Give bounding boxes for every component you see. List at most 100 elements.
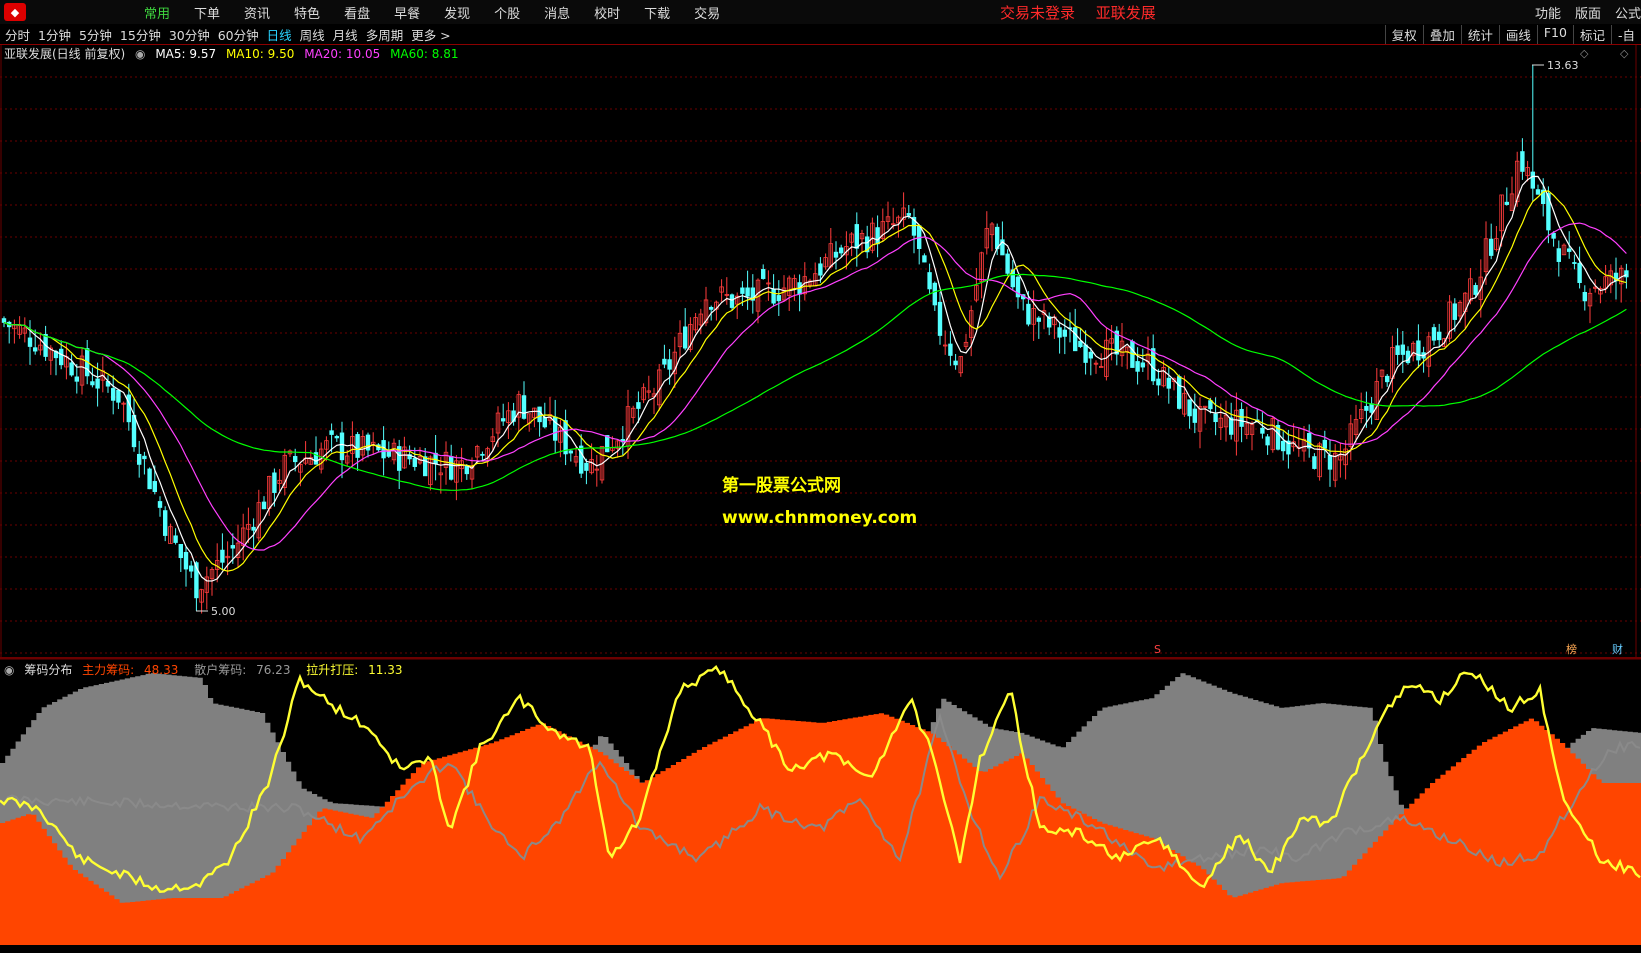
candle-body — [1395, 345, 1400, 355]
period-tab-7[interactable]: 周线 — [300, 25, 325, 44]
period-tab-2[interactable]: 5分钟 — [79, 25, 112, 44]
status-area: 交易未登录 亚联发展 — [1000, 2, 1172, 23]
lift-label: 拉升打压: 11.33 — [306, 663, 408, 677]
candle-body — [875, 227, 880, 245]
toolbar-right-item-4[interactable]: F10 — [1536, 25, 1573, 44]
candlestick-panel[interactable]: 13.63 5.00 第一股票公式网 www.chnmoney.com S 榜 财 ◇ ◇ 亚联… — [0, 45, 1641, 657]
period-toolbar: 分时 1分钟 5分钟 15分钟 30分钟 60分钟 日线 周线 月线 多周期 更多 > 复权 叠加 统计… — [0, 24, 1641, 45]
period-tab-0[interactable]: 分时 — [5, 25, 30, 44]
app-logo-icon[interactable]: ◆ — [4, 3, 26, 21]
candle-body — [329, 430, 334, 435]
low-label: 5.00 — [211, 605, 236, 618]
chip-distribution-chart[interactable] — [0, 658, 1641, 949]
period-tab-10[interactable]: 更多 > — [411, 25, 450, 44]
lift-value: 11.33 — [368, 663, 403, 677]
period-tab-4[interactable]: 30分钟 — [169, 25, 210, 44]
menu-item-4[interactable]: 看盘 — [344, 3, 370, 22]
indicator-legend: ◉ 筹码分布 主力筹码: 48.33 散户筹码: 76.23 拉升打压: 11.… — [4, 661, 415, 678]
menu-item-8[interactable]: 消息 — [544, 3, 570, 22]
menu-item-11[interactable]: 交易 — [694, 3, 720, 22]
candle-body — [1312, 456, 1317, 469]
candlestick-chart[interactable]: 13.63 5.00 第一股票公式网 www.chnmoney.com S 榜 财 ◇ ◇ — [0, 45, 1641, 657]
toolbar-right-item-1[interactable]: 叠加 — [1422, 25, 1461, 44]
candle-body — [1088, 351, 1093, 359]
candle-body — [568, 450, 573, 454]
indicator-menu-icon[interactable]: ◉ — [4, 663, 14, 677]
menu-item-6[interactable]: 发现 — [444, 3, 470, 22]
candle-body — [1156, 378, 1161, 386]
candle-body — [1567, 248, 1572, 252]
candle-body — [147, 468, 152, 490]
ma10-label: MA10: 9.50 — [225, 47, 295, 61]
candle-body — [480, 453, 485, 456]
right-menu-item-2[interactable]: 公式 — [1615, 3, 1641, 22]
period-tab-8[interactable]: 月线 — [333, 25, 358, 44]
candle-body — [111, 388, 116, 401]
menu-item-2[interactable]: 资讯 — [244, 3, 270, 22]
candle-body — [636, 402, 641, 409]
menu-item-7[interactable]: 个股 — [494, 3, 520, 22]
candle-body — [1083, 344, 1088, 363]
candle-body — [74, 376, 79, 382]
menu-item-3[interactable]: 特色 — [294, 3, 320, 22]
candle-body — [1572, 262, 1577, 264]
candle-body — [745, 287, 750, 297]
watermark-url: www.chnmoney.com — [722, 508, 917, 528]
login-status[interactable]: 交易未登录 — [1000, 4, 1075, 22]
right-menu-item-0[interactable]: 功能 — [1535, 3, 1561, 22]
candle-body — [157, 501, 163, 508]
diamond-icon: ◇ — [1620, 47, 1629, 60]
candle-body — [937, 301, 943, 336]
toolbar-right-item-0[interactable]: 复权 — [1384, 25, 1423, 44]
menu-item-10[interactable]: 下载 — [644, 3, 670, 22]
candle-body — [1265, 436, 1270, 446]
candle-body — [605, 435, 610, 453]
menu-item-9[interactable]: 校时 — [594, 3, 620, 22]
period-tab-3[interactable]: 15分钟 — [120, 25, 161, 44]
right-menu-item-1[interactable]: 版面 — [1575, 3, 1601, 22]
candle-body — [662, 358, 667, 365]
candle-body — [584, 462, 589, 471]
toolbar-right-item-6[interactable]: -自 — [1610, 25, 1641, 44]
ma60-label: MA60: 8.81 — [390, 47, 459, 61]
menu-item-5[interactable]: 早餐 — [394, 3, 420, 22]
menu-bar: ◆ 常用 下单 资讯 特色 看盘 早餐 发现 个股 消息 校时 下载 交易 交易未登录 亚联发展 功能… — [0, 0, 1641, 25]
period-tab-9[interactable]: 多周期 — [366, 25, 404, 44]
candle-body — [1520, 151, 1525, 172]
candle-body — [1489, 238, 1494, 256]
stock-title: 亚联发展 — [1095, 4, 1156, 22]
toolbar-right-item-3[interactable]: 画线 — [1498, 25, 1537, 44]
period-tab-6[interactable]: 日线 — [267, 25, 292, 44]
candle-body — [1, 318, 7, 323]
main-chip-value: 48.33 — [144, 663, 179, 677]
candle-body — [563, 420, 568, 455]
ma5-label: MA5: 9.57 — [155, 47, 217, 61]
candle-body — [1151, 348, 1156, 382]
candle-body — [709, 307, 714, 310]
candle-body — [448, 456, 454, 480]
candle-body — [1624, 270, 1629, 278]
retail-chip-label: 散户筹码: 76.23 — [194, 663, 296, 677]
menu-item-0[interactable]: 常用 — [144, 3, 170, 22]
toolbar-right-item-5[interactable]: 标记 — [1572, 25, 1611, 44]
watermark-title: 第一股票公式网 — [722, 475, 841, 496]
right-menu: 功能 版面 公式 — [1521, 3, 1641, 22]
candle-body — [220, 549, 225, 563]
period-tab-5[interactable]: 60分钟 — [218, 25, 259, 44]
candle-body — [69, 362, 74, 376]
candle-body — [33, 347, 38, 352]
candle-body — [906, 213, 911, 216]
diamond-icon: ◇ — [1580, 47, 1589, 60]
toolbar-right-item-2[interactable]: 统计 — [1460, 25, 1499, 44]
badge-bang: 榜 — [1566, 642, 1577, 656]
collapse-icon[interactable]: ◉ — [135, 47, 145, 61]
menu-item-1[interactable]: 下单 — [194, 3, 220, 22]
candle-body — [1239, 408, 1244, 427]
menu-items: 常用 下单 资讯 特色 看盘 早餐 发现 个股 消息 校时 下载 交易 — [34, 3, 744, 22]
period-tab-1[interactable]: 1分钟 — [38, 25, 71, 44]
indicator-panel[interactable]: ◉ 筹码分布 主力筹码: 48.33 散户筹码: 76.23 拉升打压: 11.… — [0, 658, 1641, 949]
candle-body — [272, 472, 277, 493]
candle-body — [339, 432, 345, 461]
candle-body — [188, 565, 194, 572]
candle-body — [500, 418, 506, 422]
